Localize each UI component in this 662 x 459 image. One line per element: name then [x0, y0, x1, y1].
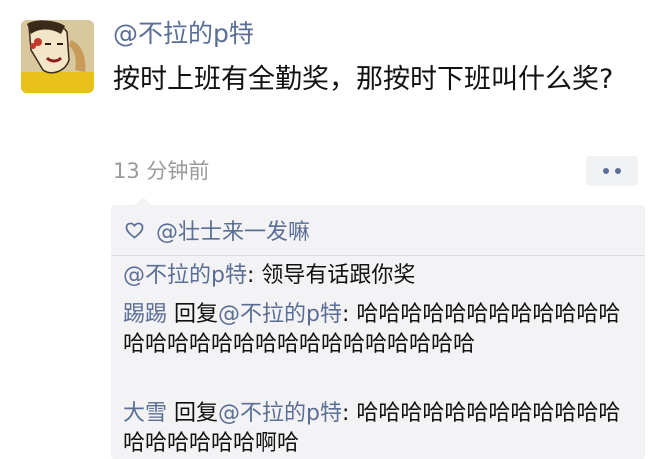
reply-to-name[interactable]: @不拉的p特 — [218, 401, 342, 426]
more-dots-icon — [615, 168, 621, 174]
heart-icon — [125, 222, 144, 239]
likes-row: @壮士来一发嘛 — [125, 213, 310, 247]
comment-section-arrow — [135, 197, 151, 205]
reply-label: 回复 — [167, 302, 219, 327]
comment-section: @壮士来一发嘛 @不拉的p特: 领导有话跟你奖 踢踢 回复@不拉的p特: 哈哈哈… — [111, 197, 645, 459]
avatar[interactable] — [21, 20, 94, 93]
comment-author[interactable]: 踢踢 — [123, 302, 167, 327]
comment-item[interactable]: @不拉的p特: 领导有话跟你奖 — [123, 261, 638, 291]
reply-to-name[interactable]: @不拉的p特 — [218, 302, 342, 327]
post-text: 按时上班有全勤奖，那按时下班叫什么奖? — [113, 64, 614, 95]
post-author[interactable]: @不拉的p特 — [113, 18, 254, 50]
more-button[interactable] — [586, 156, 638, 186]
post-timestamp: 13 分钟前 — [113, 159, 210, 183]
comment-author[interactable]: @不拉的p特 — [123, 263, 247, 288]
comment-text: 领导有话跟你奖 — [254, 263, 416, 288]
more-dots-icon — [603, 168, 609, 174]
liker-name[interactable]: @壮士来一发嘛 — [156, 214, 310, 246]
reply-label: 回复 — [167, 401, 219, 426]
comment-item[interactable]: 大雪 回复@不拉的p特: 哈哈哈哈哈哈哈哈哈哈哈哈哈哈哈哈哈哈啊哈 — [123, 399, 638, 459]
comment-item[interactable]: 踢踢 回复@不拉的p特: 哈哈哈哈哈哈哈哈哈哈哈哈哈哈哈哈哈哈哈哈哈哈哈哈哈哈哈… — [123, 300, 638, 360]
divider — [111, 255, 645, 256]
avatar-image — [21, 20, 94, 93]
comment-author[interactable]: 大雪 — [123, 401, 167, 426]
